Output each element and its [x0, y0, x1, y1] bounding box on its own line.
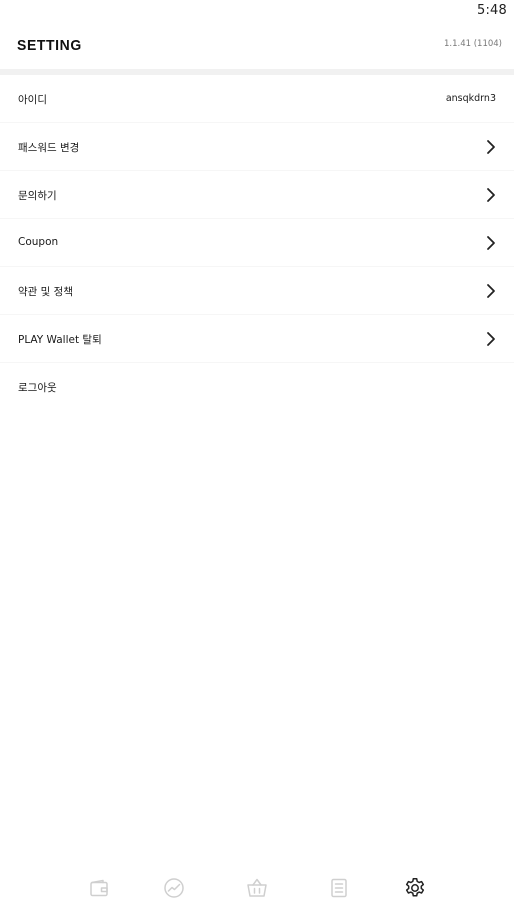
app-version: 1.1.41 (1104) — [443, 39, 502, 49]
menu-item-label: 문의하기 — [18, 190, 57, 202]
chevron-right-icon — [487, 188, 495, 202]
chevron-right-icon — [487, 332, 495, 346]
settings-gear-icon — [405, 878, 425, 897]
bottom-navigation — [0, 868, 514, 908]
menu-item-user-id: 아이디 ansqkdrn3 — [0, 75, 514, 123]
menu-item-label: PLAY Wallet 탈퇴 — [18, 334, 102, 346]
menu-item-label: 로그아웃 — [18, 382, 57, 394]
chart-icon — [164, 878, 184, 898]
menu-item-logout[interactable]: 로그아웃 — [0, 363, 514, 411]
menu-item-withdraw-account[interactable]: PLAY Wallet 탈퇴 — [0, 315, 514, 363]
nav-history-button[interactable] — [327, 876, 351, 900]
shopping-bag-icon — [247, 878, 267, 897]
nav-chart-button[interactable] — [162, 876, 186, 900]
nav-settings-button[interactable] — [403, 876, 427, 900]
user-id-value: ansqkdrn3 — [445, 93, 496, 104]
document-icon — [331, 878, 347, 898]
menu-item-label: 패스워드 변경 — [18, 142, 80, 154]
page-title: SETTING — [17, 36, 82, 54]
header: SETTING 1.1.41 (1104) — [0, 24, 514, 69]
menu-item-coupon[interactable]: Coupon — [0, 219, 514, 267]
menu-item-label: 약관 및 정책 — [18, 286, 73, 298]
menu-item-change-password[interactable]: 패스워드 변경 — [0, 123, 514, 171]
chevron-right-icon — [487, 140, 495, 154]
menu-item-label: 아이디 — [18, 94, 47, 106]
nav-wallet-button[interactable] — [87, 876, 111, 900]
nav-shop-button[interactable] — [245, 876, 269, 900]
status-time: 5:48 — [477, 3, 507, 18]
wallet-icon — [90, 879, 108, 897]
menu-item-inquiry[interactable]: 문의하기 — [0, 171, 514, 219]
menu-item-label: Coupon — [18, 236, 59, 248]
settings-menu: 아이디 ansqkdrn3 패스워드 변경 문의하기 Coupon 약관 및 정… — [0, 75, 514, 411]
menu-item-terms-policy[interactable]: 약관 및 정책 — [0, 267, 514, 315]
status-bar: 5:48 — [0, 0, 514, 24]
chevron-right-icon — [487, 236, 495, 250]
chevron-right-icon — [487, 284, 495, 298]
settings-screen: 5:48 SETTING 1.1.41 (1104) 아이디 ansqkdrn3… — [0, 0, 514, 914]
